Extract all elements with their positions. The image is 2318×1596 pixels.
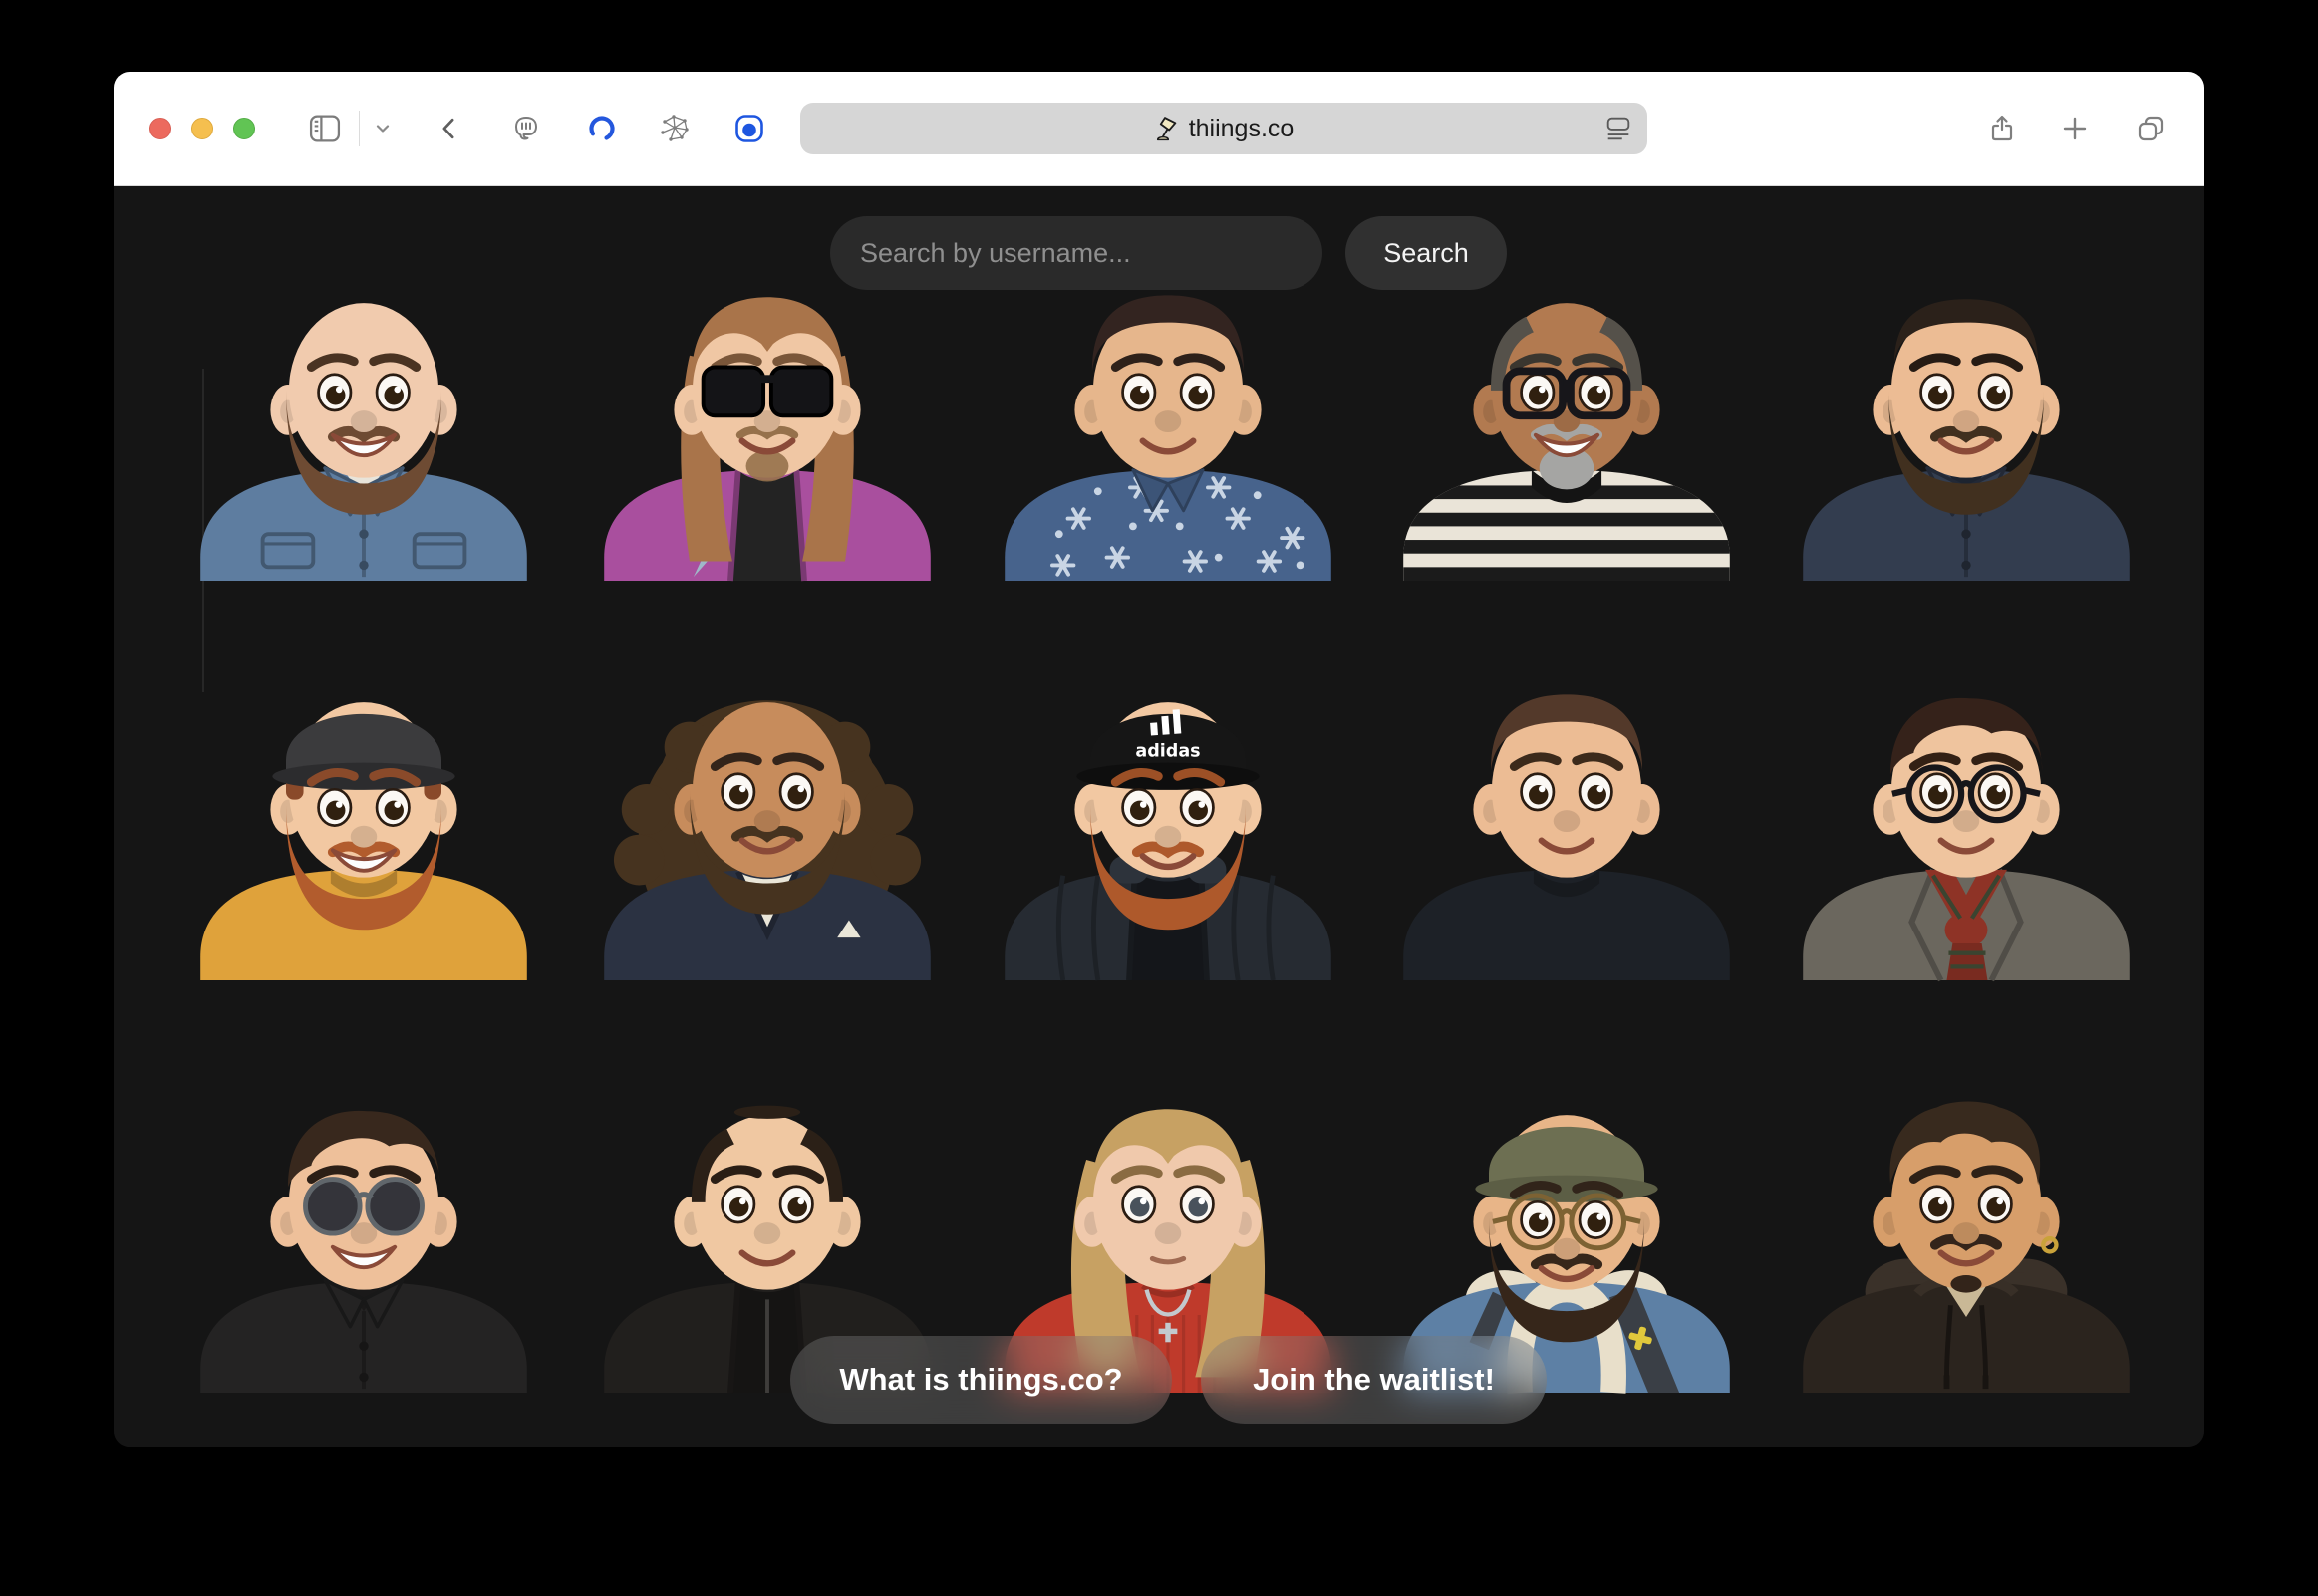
avatar-image [553, 669, 982, 980]
page-format-button[interactable] [1603, 114, 1633, 148]
share-button[interactable] [1986, 113, 2018, 144]
avatar-image [149, 669, 578, 980]
avatar-image [149, 270, 578, 581]
avatar-tile[interactable] [149, 1082, 578, 1393]
sidebar-expand-button[interactable] [373, 119, 393, 138]
avatar-grid: adidas [114, 186, 2204, 1447]
avatar-image [1352, 270, 1781, 581]
tab-overview-icon [2135, 113, 2167, 144]
about-button[interactable]: What is thiings.co? [790, 1336, 1172, 1424]
loading-extension-button[interactable] [586, 113, 618, 144]
new-tab-button[interactable] [2059, 113, 2091, 144]
avatar-image [1752, 669, 2180, 980]
loading-spinner-icon [586, 113, 618, 144]
mastodon-icon [510, 113, 542, 144]
svg-text:adidas: adidas [1135, 742, 1200, 762]
avatar-image [553, 270, 982, 581]
avatar-tile[interactable] [1352, 270, 1781, 581]
back-chevron-icon [435, 115, 462, 142]
avatar-image [1352, 669, 1781, 980]
record-extension-button[interactable] [733, 113, 765, 144]
avatar-image [149, 1082, 578, 1393]
browser-toolbar: thiings.co [114, 72, 2204, 186]
tab-overview-button[interactable] [2135, 113, 2167, 144]
mastodon-extension-button[interactable] [510, 113, 542, 144]
close-button[interactable] [149, 118, 171, 139]
avatar-tile[interactable] [149, 669, 578, 980]
address-bar[interactable]: thiings.co [800, 103, 1647, 154]
record-dot-icon [733, 113, 765, 144]
avatar-tile[interactable] [1752, 270, 2180, 581]
network-graph-icon [658, 113, 690, 144]
search-input[interactable] [830, 216, 1322, 290]
avatar-image [954, 270, 1382, 581]
chevron-down-icon [373, 119, 393, 138]
url-text: thiings.co [1189, 115, 1295, 143]
plus-icon [2059, 113, 2091, 144]
minimize-button[interactable] [191, 118, 213, 139]
sidebar-icon [308, 112, 342, 145]
avatar-tile[interactable] [1752, 669, 2180, 980]
site-favicon-lamp-icon [1154, 115, 1178, 142]
avatar-image [1752, 1082, 2180, 1393]
avatar-tile[interactable] [1752, 1082, 2180, 1393]
graph-extension-button[interactable] [658, 113, 690, 144]
avatar-tile[interactable] [954, 270, 1382, 581]
sidebar-toggle-button[interactable] [308, 112, 342, 145]
back-button[interactable] [435, 115, 462, 142]
avatar-image [1752, 270, 2180, 581]
avatar-tile[interactable] [149, 270, 578, 581]
join-waitlist-button[interactable]: Join the waitlist! [1201, 1336, 1547, 1424]
avatar-tile[interactable] [1352, 669, 1781, 980]
avatar-tile[interactable] [553, 270, 982, 581]
avatar-tile[interactable]: adidas [954, 669, 1382, 980]
avatar-image: adidas [954, 669, 1382, 980]
page-format-icon [1603, 114, 1633, 143]
browser-window: thiings.co [114, 72, 2204, 1447]
share-icon [1986, 113, 2018, 144]
zoom-button[interactable] [233, 118, 255, 139]
avatar-tile[interactable] [553, 669, 982, 980]
toolbar-divider [359, 111, 360, 146]
page-content: adidas Search What is thiings.co? Join t… [114, 186, 2204, 1447]
search-button[interactable]: Search [1345, 216, 1507, 290]
